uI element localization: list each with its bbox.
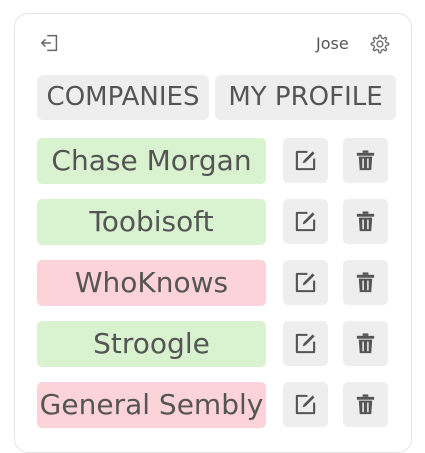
- delete-button[interactable]: [343, 138, 388, 183]
- trash-icon: [356, 272, 375, 293]
- company-name[interactable]: Stroogle: [37, 321, 266, 367]
- edit-button[interactable]: [283, 382, 328, 427]
- list-item: General Sembly: [37, 382, 407, 428]
- list-item: Toobisoft: [37, 199, 407, 245]
- list-item: WhoKnows: [37, 260, 407, 306]
- delete-button[interactable]: [343, 321, 388, 366]
- tab-my-profile[interactable]: MY PROFILE: [215, 75, 396, 120]
- list-item: Chase Morgan: [37, 138, 407, 184]
- edit-button[interactable]: [283, 260, 328, 305]
- main-card: Jose COMPANIES MY PROFILE Chase Morgan T…: [14, 13, 412, 453]
- trash-icon: [356, 394, 375, 415]
- delete-button[interactable]: [343, 260, 388, 305]
- edit-button[interactable]: [283, 199, 328, 244]
- list-item: Stroogle: [37, 321, 407, 367]
- user-name[interactable]: Jose: [316, 34, 349, 54]
- delete-button[interactable]: [343, 199, 388, 244]
- edit-icon: [295, 150, 316, 171]
- tab-companies[interactable]: COMPANIES: [37, 75, 209, 120]
- top-bar: Jose: [15, 14, 411, 70]
- trash-icon: [356, 333, 375, 354]
- edit-icon: [295, 333, 316, 354]
- company-name[interactable]: Toobisoft: [37, 199, 266, 245]
- company-name[interactable]: WhoKnows: [37, 260, 266, 306]
- edit-button[interactable]: [283, 138, 328, 183]
- trash-icon: [356, 211, 375, 232]
- logout-icon[interactable]: [39, 32, 61, 54]
- company-name[interactable]: Chase Morgan: [37, 138, 266, 184]
- edit-icon: [295, 272, 316, 293]
- edit-icon: [295, 211, 316, 232]
- trash-icon: [356, 150, 375, 171]
- company-name[interactable]: General Sembly: [37, 382, 266, 428]
- edit-icon: [295, 394, 316, 415]
- edit-button[interactable]: [283, 321, 328, 366]
- delete-button[interactable]: [343, 382, 388, 427]
- gear-icon[interactable]: [368, 33, 390, 55]
